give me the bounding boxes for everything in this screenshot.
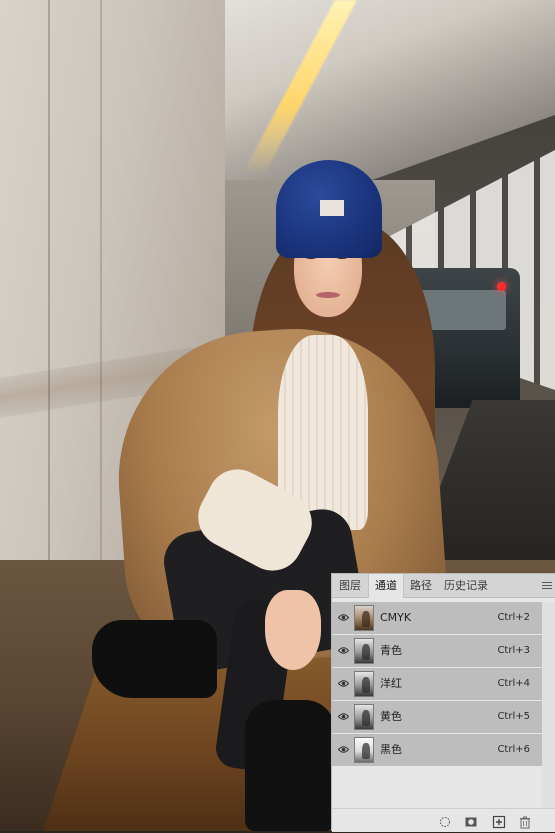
channel-shortcut: Ctrl+4 bbox=[497, 678, 530, 689]
channel-name: 黄色 bbox=[380, 710, 402, 723]
eye-icon[interactable] bbox=[334, 734, 352, 766]
tab-history[interactable]: 历史记录 bbox=[438, 574, 494, 598]
channel-name: 洋红 bbox=[380, 677, 402, 690]
load-selection-icon[interactable] bbox=[438, 814, 452, 828]
hand bbox=[265, 590, 321, 670]
channel-shortcut: Ctrl+2 bbox=[497, 612, 530, 623]
panel-footer bbox=[332, 808, 555, 832]
channel-thumbnail bbox=[354, 638, 374, 664]
new-channel-icon[interactable] bbox=[492, 814, 506, 829]
boot-right bbox=[245, 700, 335, 831]
channel-name: CMYK bbox=[380, 611, 412, 624]
channel-row-magenta[interactable]: 洋红 Ctrl+4 bbox=[332, 668, 542, 700]
channel-name: 黑色 bbox=[380, 743, 402, 756]
channel-list: CMYK Ctrl+2 青色 Ctrl+3 洋红 Ctrl+4 黄色 Ctrl+… bbox=[332, 602, 542, 767]
channel-shortcut: Ctrl+5 bbox=[497, 711, 530, 722]
eye-icon[interactable] bbox=[334, 701, 352, 733]
eye-icon[interactable] bbox=[334, 635, 352, 667]
panel-menu-icon[interactable] bbox=[542, 582, 552, 590]
eye-icon[interactable] bbox=[334, 602, 352, 634]
boot-left bbox=[92, 620, 217, 698]
channel-shortcut: Ctrl+6 bbox=[497, 744, 530, 755]
channel-thumbnail bbox=[354, 704, 374, 730]
channel-thumbnail bbox=[354, 737, 374, 763]
panel-tab-bar: 图层 通道 路径 历史记录 bbox=[332, 574, 555, 598]
channel-name: 青色 bbox=[380, 644, 402, 657]
channel-row-cmyk[interactable]: CMYK Ctrl+2 bbox=[332, 602, 542, 634]
delete-channel-icon[interactable] bbox=[518, 814, 532, 829]
tab-channels[interactable]: 通道 bbox=[368, 574, 404, 598]
channel-row-cyan[interactable]: 青色 Ctrl+3 bbox=[332, 635, 542, 667]
channel-row-black[interactable]: 黑色 Ctrl+6 bbox=[332, 734, 542, 766]
channel-thumbnail bbox=[354, 605, 374, 631]
channels-panel: 图层 通道 路径 历史记录 CMYK Ctrl+2 青色 Ctrl+3 洋红 C… bbox=[331, 573, 555, 832]
tab-paths[interactable]: 路径 bbox=[404, 574, 438, 598]
beanie-tag bbox=[320, 200, 344, 216]
save-selection-icon[interactable] bbox=[464, 814, 478, 828]
channel-row-yellow[interactable]: 黄色 Ctrl+5 bbox=[332, 701, 542, 733]
tab-layers[interactable]: 图层 bbox=[332, 574, 368, 598]
eye-icon[interactable] bbox=[334, 668, 352, 700]
channel-thumbnail bbox=[354, 671, 374, 697]
panel-scrollbar[interactable] bbox=[542, 602, 555, 808]
channel-shortcut: Ctrl+3 bbox=[497, 645, 530, 656]
